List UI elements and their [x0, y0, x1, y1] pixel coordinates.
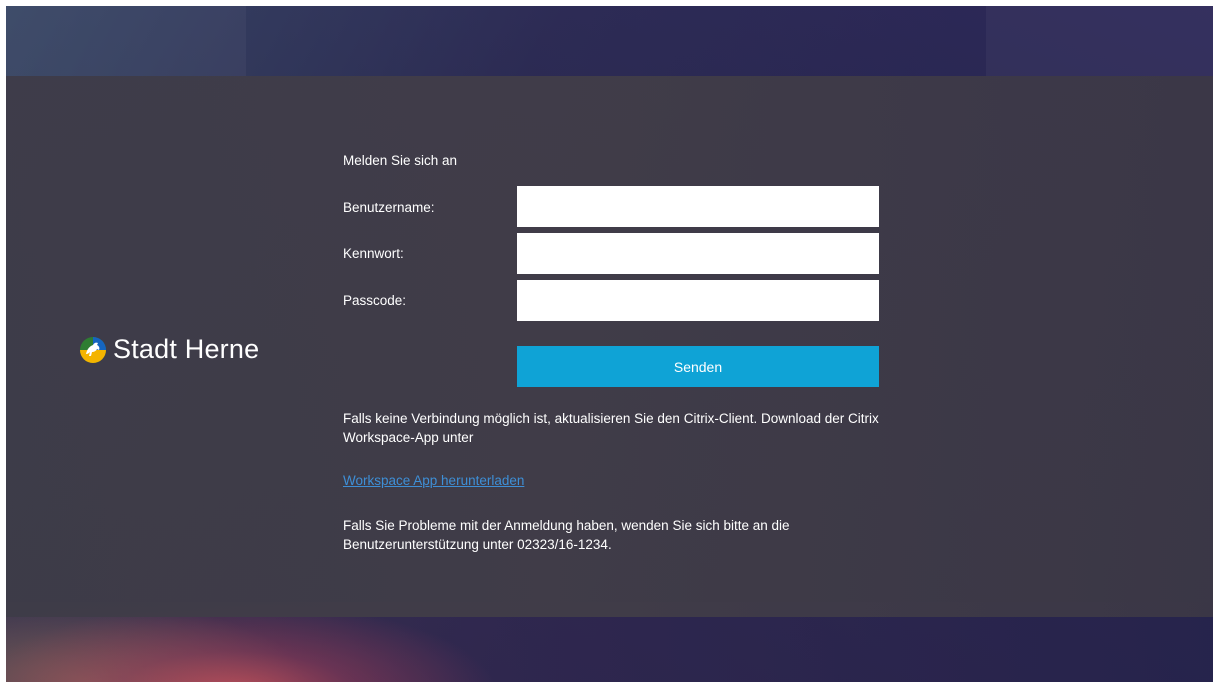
login-heading: Melden Sie sich an [343, 153, 458, 168]
username-input[interactable] [517, 186, 879, 227]
stadt-herne-horse-emblem-icon [80, 336, 106, 363]
password-label: Kennwort: [343, 246, 404, 261]
client-notice: Falls keine Verbindung möglich ist, aktu… [343, 411, 879, 445]
background-facet [986, 6, 1213, 76]
workspace-download-link[interactable]: Workspace App herunterladen [343, 473, 524, 488]
brand-name: Stadt Herne [113, 334, 260, 364]
submit-button[interactable]: Senden [517, 346, 879, 387]
password-input[interactable] [517, 233, 879, 274]
passcode-input[interactable] [517, 280, 879, 321]
brand-logo: Stadt Herne [79, 334, 259, 365]
login-page-background: Stadt Herne Melden Sie sich an Benutzern… [6, 6, 1213, 682]
background-facet [6, 6, 246, 76]
username-label: Benutzername: [343, 200, 435, 215]
login-panel: Stadt Herne Melden Sie sich an Benutzern… [6, 76, 1213, 617]
support-notice: Falls Sie Probleme mit der Anmeldung hab… [343, 518, 790, 552]
passcode-label: Passcode: [343, 293, 407, 308]
